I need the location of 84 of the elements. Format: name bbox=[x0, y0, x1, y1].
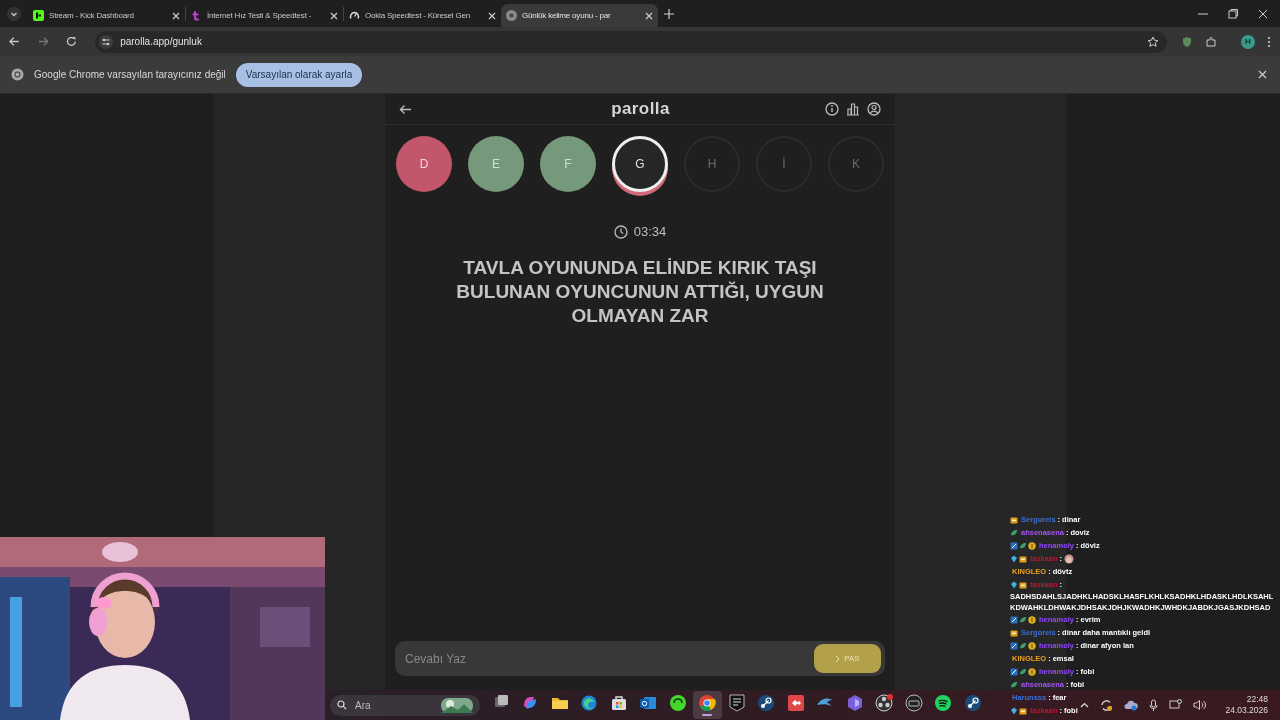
browser-tab[interactable]: Günlük kelime oyunu - par bbox=[501, 4, 658, 27]
shield-badge-icon[interactable] bbox=[727, 694, 746, 712]
back-icon[interactable] bbox=[9, 36, 20, 47]
new-tab-icon[interactable] bbox=[664, 8, 674, 19]
address-text: parolla.app/gunluk bbox=[120, 35, 202, 49]
speaker-icon[interactable] bbox=[1193, 699, 1207, 711]
cloud-icon[interactable] bbox=[1124, 699, 1139, 711]
logo-text: parolla bbox=[611, 98, 670, 121]
back-arrow-icon[interactable] bbox=[399, 103, 412, 115]
coin-badge-icon bbox=[1028, 641, 1036, 650]
address-bar[interactable]: parolla.app/gunluk bbox=[95, 30, 1167, 53]
search-placeholder: Ara bbox=[355, 698, 372, 713]
browser-tab[interactable]: Ookla Speedtest - Küresel Gen bbox=[344, 4, 501, 27]
search-field[interactable]: Ara bbox=[330, 694, 480, 716]
gauge-icon bbox=[349, 10, 360, 21]
bookmark-star-icon[interactable] bbox=[1147, 35, 1159, 48]
chrome-icon[interactable] bbox=[698, 694, 717, 712]
close-icon[interactable] bbox=[330, 11, 338, 20]
gem-badge-icon bbox=[1010, 554, 1018, 563]
clock-icon bbox=[613, 224, 628, 239]
sync-icon[interactable] bbox=[1100, 698, 1114, 712]
menu-icon[interactable] bbox=[1267, 35, 1271, 48]
coin-badge-icon bbox=[1028, 615, 1036, 624]
chevron-up-icon[interactable] bbox=[1080, 702, 1090, 708]
monitor-icon[interactable] bbox=[1169, 699, 1183, 711]
browser-swirl-icon[interactable] bbox=[580, 694, 599, 712]
chevron-icon bbox=[835, 654, 841, 663]
crown-badge-icon bbox=[1010, 628, 1018, 637]
shopping-bag-icon[interactable] bbox=[609, 694, 628, 712]
leaf-badge-icon bbox=[1019, 641, 1027, 650]
site-settings-icon[interactable] bbox=[99, 34, 114, 49]
user-icon[interactable] bbox=[867, 102, 881, 116]
pass-button[interactable]: PAS bbox=[814, 644, 881, 673]
app-logo-icon bbox=[33, 10, 44, 21]
square-badge-icon bbox=[1010, 667, 1018, 676]
microphone-icon[interactable] bbox=[1149, 698, 1159, 712]
close-icon[interactable] bbox=[488, 11, 496, 20]
clock[interactable]: 22:48 24.03.2026 bbox=[1225, 694, 1268, 716]
reload-icon[interactable] bbox=[66, 36, 78, 47]
close-icon[interactable] bbox=[1258, 70, 1267, 79]
info-icon[interactable] bbox=[825, 102, 839, 116]
record-circle-icon[interactable] bbox=[875, 694, 894, 712]
gem-badge-icon bbox=[1010, 580, 1018, 589]
envelope-icon[interactable] bbox=[639, 694, 658, 712]
coin-badge-icon bbox=[1028, 541, 1036, 550]
infobar-message: Google Chrome varsayılan tarayıcınız değil bbox=[34, 68, 226, 82]
app-logo-icon bbox=[191, 10, 202, 21]
timer-text: 03:34 bbox=[633, 223, 667, 241]
set-default-button[interactable]: Varsayılan olarak ayarla bbox=[235, 62, 363, 87]
emote-icon bbox=[1064, 553, 1074, 564]
forward-icon[interactable] bbox=[37, 36, 49, 47]
answer-field[interactable]: Cevabı Yaz PAS bbox=[395, 641, 885, 676]
square-badge-icon bbox=[1010, 541, 1018, 550]
crown-badge-icon bbox=[1019, 554, 1027, 563]
landscape-icon bbox=[441, 697, 473, 713]
crown-badge-icon bbox=[1019, 706, 1027, 715]
hexagon-icon[interactable] bbox=[845, 694, 864, 712]
square-badge-icon bbox=[1010, 615, 1018, 624]
dropdown-icon[interactable] bbox=[7, 6, 21, 21]
crown-badge-icon bbox=[1010, 515, 1018, 524]
shield-icon[interactable] bbox=[1181, 35, 1193, 48]
gem-badge-icon bbox=[1010, 706, 1018, 715]
close-icon[interactable] bbox=[1258, 8, 1268, 19]
steam-icon[interactable] bbox=[963, 694, 982, 712]
chrome-logo-icon bbox=[11, 68, 24, 81]
spotify-icon[interactable] bbox=[934, 694, 953, 712]
close-icon[interactable] bbox=[645, 11, 653, 20]
steam-icon[interactable] bbox=[757, 694, 776, 712]
leaf-badge-icon bbox=[1019, 615, 1027, 624]
bar-chart-icon[interactable] bbox=[846, 102, 860, 116]
browser-tab[interactable]: Stream - Kick Dashboard bbox=[28, 4, 185, 27]
browser-tab[interactable]: İnternet Hız Testi & Speedtest - bbox=[186, 4, 343, 27]
search-icon bbox=[337, 700, 347, 710]
crown-badge-icon bbox=[1019, 580, 1027, 589]
coin-badge-icon bbox=[1028, 667, 1036, 676]
square-badge-icon bbox=[1010, 641, 1018, 650]
close-icon[interactable] bbox=[172, 11, 180, 20]
keyboard-icon[interactable] bbox=[904, 694, 923, 712]
maximize-icon[interactable] bbox=[1228, 8, 1238, 19]
extensions-icon[interactable] bbox=[1205, 35, 1217, 48]
remote-desktop-icon[interactable] bbox=[786, 694, 805, 712]
question-text: TAVLA OYUNUNDA ELİNDE KIRIK TAŞI BULUNAN OYUNCUNUN ATTIĞI, UYGUN OLMAYAN ZAR bbox=[455, 255, 825, 328]
circle-icon bbox=[506, 10, 517, 21]
profile-avatar[interactable]: H bbox=[1241, 34, 1255, 49]
